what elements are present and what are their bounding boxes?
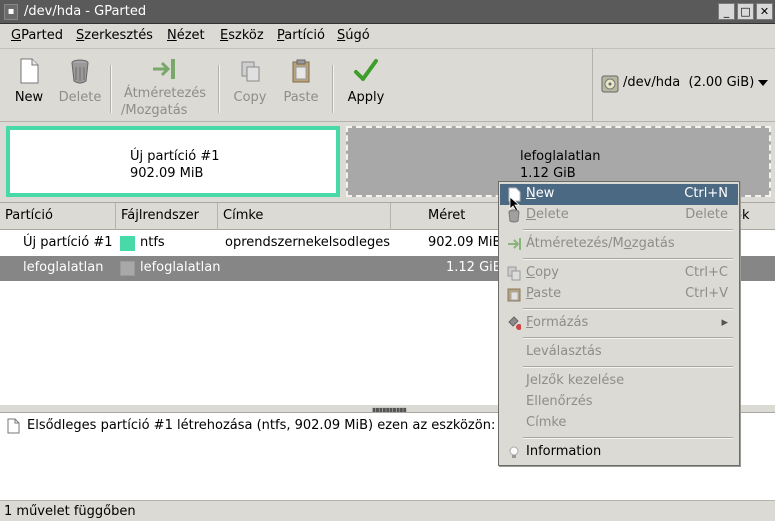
filesystem-color-swatch <box>120 236 135 251</box>
paste-icon <box>507 288 521 302</box>
menu-item-resize-move[interactable]: Átméretezés/Mozgatás <box>500 234 738 255</box>
menu-item-paste[interactable]: Paste Ctrl+V <box>500 284 738 305</box>
menu-item-check[interactable]: Ellenőrzés <box>500 392 738 413</box>
window-title: /dev/hda - GParted <box>24 4 147 19</box>
status-bar: 1 művelet függőben <box>0 500 775 521</box>
menu-item-manage-flags[interactable]: Jelzők kezelése <box>500 371 738 392</box>
partition-name: Új partíció #1 <box>130 149 220 164</box>
trash-icon <box>71 59 89 84</box>
paste-button[interactable]: Paste <box>280 57 322 106</box>
apply-button[interactable]: Apply <box>344 57 388 106</box>
device-size: (2.00 GiB) <box>688 75 755 90</box>
menu-partition[interactable]: Partíció <box>277 28 325 43</box>
menu-item-new[interactable]: New Ctrl+N <box>500 184 738 205</box>
document-icon <box>7 418 20 434</box>
menu-gparted[interactable]: GParted <box>11 28 63 43</box>
device-path: /dev/hda <box>623 75 681 90</box>
menu-separator <box>523 308 733 310</box>
menu-edit[interactable]: Szerkesztés <box>76 28 153 43</box>
title-bar: ▪ /dev/hda - GParted _ □ ✕ <box>0 0 775 24</box>
column-header-partition[interactable]: Partíció <box>0 203 116 230</box>
menu-separator <box>523 229 733 231</box>
new-button[interactable]: New <box>8 57 50 106</box>
menu-device[interactable]: Eszköz <box>220 28 264 43</box>
menu-help[interactable]: Súgó <box>337 28 370 43</box>
menu-view[interactable]: Nézet <box>167 28 205 43</box>
copy-button[interactable]: Copy <box>230 57 270 106</box>
column-header-size[interactable]: Méret <box>391 203 508 230</box>
column-header-label[interactable]: Címke <box>218 203 391 230</box>
checkmark-icon <box>354 59 378 81</box>
toolbar-separator <box>218 65 220 113</box>
menu-separator <box>523 337 733 339</box>
dropdown-arrow-icon[interactable] <box>758 80 768 86</box>
maximize-button[interactable]: □ <box>737 3 754 20</box>
menu-separator <box>523 258 733 260</box>
submenu-arrow-icon: ▸ <box>721 315 728 330</box>
column-header-filesystem[interactable]: Fájlrendszer <box>116 203 218 230</box>
menu-item-information[interactable]: Information <box>500 442 738 463</box>
menu-item-format[interactable]: Formázás ▸ <box>500 313 738 334</box>
menu-separator <box>523 366 733 368</box>
menu-item-delete[interactable]: Delete Delete <box>500 205 738 226</box>
partition-size: 1.12 GiB <box>520 166 576 181</box>
copy-icon <box>507 266 521 281</box>
resize-move-icon <box>508 238 521 250</box>
new-document-icon <box>20 58 39 84</box>
menu-item-copy[interactable]: Copy Ctrl+C <box>500 263 738 284</box>
partition-size: 902.09 MiB <box>130 166 204 181</box>
menu-bar: GParted Szerkesztés Nézet Eszköz Partíci… <box>0 24 775 48</box>
toolbar-separator <box>332 65 334 113</box>
format-icon <box>508 316 521 330</box>
resize-move-button[interactable]: Átméretezés /Mozgatás <box>121 57 209 119</box>
device-selector[interactable]: /dev/hda (2.00 GiB) <box>592 48 775 122</box>
operation-entry[interactable]: Elsődleges partíció #1 létrehozása (ntfs… <box>27 418 511 433</box>
toolbar-separator <box>110 65 112 113</box>
partition-block-ntfs[interactable]: Új partíció #1 902.09 MiB <box>6 126 340 197</box>
delete-button[interactable]: Delete <box>56 57 104 106</box>
context-menu: New Ctrl+N Delete Delete Átméretezés/Moz… <box>498 181 740 466</box>
harddisk-icon <box>601 75 619 93</box>
filesystem-color-swatch <box>120 261 135 276</box>
menu-item-unmount[interactable]: Leválasztás <box>500 342 738 363</box>
copy-icon <box>241 61 260 82</box>
menu-separator <box>523 437 733 439</box>
minimize-button[interactable]: _ <box>718 3 735 20</box>
partition-name: lefoglalatlan <box>520 149 601 164</box>
status-text: 1 művelet függőben <box>4 504 136 519</box>
menu-item-label[interactable]: Címke <box>500 413 738 434</box>
resize-move-icon <box>153 59 175 79</box>
close-button[interactable]: ✕ <box>756 3 773 20</box>
trash-icon <box>508 209 520 223</box>
paste-icon <box>292 59 310 83</box>
window-menu-icon[interactable]: ▪ <box>4 4 18 20</box>
info-bulb-icon <box>509 446 519 458</box>
